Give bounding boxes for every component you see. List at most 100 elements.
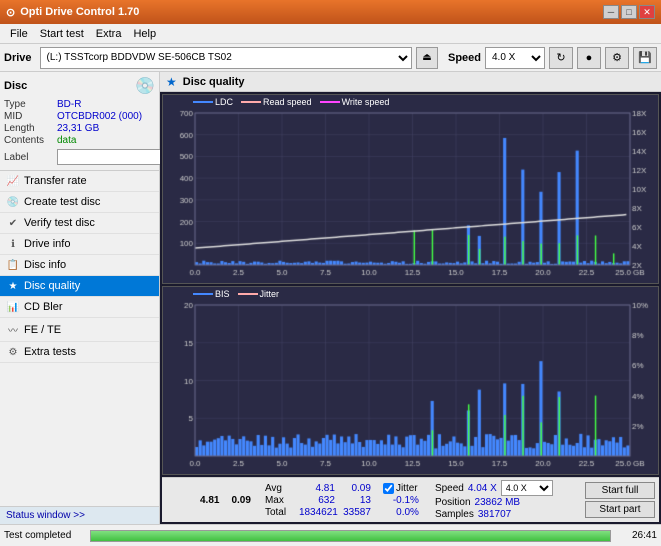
mid-value: OTCBDR002 (000): [57, 111, 142, 122]
max-jitter: 0.0%: [383, 507, 419, 518]
jitter-checkbox[interactable]: [383, 483, 394, 494]
position-val: 23862 MB: [475, 497, 521, 508]
sidebar-item-extra-tests[interactable]: ⚙ Extra tests: [0, 342, 159, 363]
settings-icon[interactable]: ⚙: [605, 47, 629, 69]
length-label: Length: [4, 123, 54, 134]
disc-icon: 💿: [135, 76, 155, 96]
avg-label: Avg: [265, 483, 293, 494]
ldc-header: 4.81: [194, 495, 225, 506]
max-label: Max: [265, 495, 293, 506]
jitter-col: Jitter -0.1% 0.0%: [383, 483, 419, 518]
bottom-chart-wrapper: BIS Jitter: [162, 286, 659, 475]
jitter-col-label: Jitter: [396, 483, 418, 494]
speed-pos-col: Speed 4.04 X 4.0 X Position 23862 MB Sam…: [435, 480, 553, 520]
title-bar-left: ⊙ Opti Drive Control 1.70: [6, 6, 139, 19]
maximize-button[interactable]: □: [621, 5, 637, 19]
bottom-chart-canvas: [163, 287, 658, 474]
sidebar-item-fe-te[interactable]: 〰 FE / TE: [0, 318, 159, 342]
sidebar-item-cd-bler[interactable]: 📊 CD Bler: [0, 297, 159, 318]
refresh-icon[interactable]: ↻: [549, 47, 573, 69]
bis-header: 0.09: [225, 495, 256, 506]
sidebar-item-verify-test-disc[interactable]: ✔ Verify test disc: [0, 213, 159, 234]
disc-label-label: Label: [4, 152, 54, 163]
legend-bis: BIS: [193, 289, 230, 299]
disc-section-title: Disc: [4, 80, 27, 92]
progress-bar-fill: [91, 531, 610, 541]
contents-value: data: [57, 135, 76, 146]
type-value: BD-R: [57, 99, 81, 110]
title-bar: ⊙ Opti Drive Control 1.70 ─ □ ✕: [0, 0, 661, 24]
legend-ldc: LDC: [193, 97, 233, 107]
length-value: 23,31 GB: [57, 123, 99, 134]
legend-read-speed: Read speed: [241, 97, 312, 107]
burn-icon[interactable]: ●: [577, 47, 601, 69]
speed-stat-select[interactable]: 4.0 X: [501, 480, 553, 496]
sidebar-item-disc-info[interactable]: 📋 Disc info: [0, 255, 159, 276]
menu-start-test[interactable]: Start test: [34, 27, 90, 41]
speed-stat-val: 4.04 X: [468, 483, 497, 494]
speed-label: Speed: [448, 52, 481, 64]
speed-select[interactable]: 4.0 X 2.0 X 6.0 X: [485, 47, 545, 69]
start-part-button[interactable]: Start part: [585, 501, 655, 518]
avg-bis: 0.09: [341, 483, 371, 494]
samples-label: Samples: [435, 509, 474, 520]
create-test-disc-icon: 💿: [6, 197, 20, 208]
close-button[interactable]: ✕: [639, 5, 655, 19]
top-chart-legend: LDC Read speed Write speed: [193, 97, 389, 107]
fe-te-icon: 〰: [6, 322, 20, 337]
drive-select[interactable]: (L:) TSSTcorp BDDVDW SE-506CB TS02: [40, 47, 412, 69]
type-label: Type: [4, 99, 54, 110]
disc-quality-icon: ★: [6, 281, 20, 292]
app-icon: ⊙: [6, 6, 15, 19]
drive-label: Drive: [4, 52, 32, 64]
sidebar-item-transfer-rate[interactable]: 📈 Transfer rate: [0, 171, 159, 192]
max-bis: 13: [341, 495, 371, 506]
total-bis: 33587: [341, 507, 371, 518]
disc-panel: Disc 💿 Type BD-R MID OTCBDR002 (000) Len…: [0, 72, 159, 171]
transfer-rate-icon: 📈: [6, 176, 20, 187]
status-window-button[interactable]: Status window >>: [0, 506, 159, 524]
position-label: Position: [435, 497, 471, 508]
sidebar: Disc 💿 Type BD-R MID OTCBDR002 (000) Len…: [0, 72, 160, 524]
max-ldc: 632: [299, 495, 335, 506]
top-chart-canvas: [163, 95, 658, 283]
bottom-chart-legend: BIS Jitter: [193, 289, 279, 299]
stats-row: 4.81 0.09 Avg 4.81 0.09 Max 632 13: [162, 477, 659, 522]
disc-quality-header-icon: ★: [166, 75, 177, 89]
progress-bar: [90, 530, 611, 542]
drive-bar: Drive (L:) TSSTcorp BDDVDW SE-506CB TS02…: [0, 44, 661, 72]
app-title: Opti Drive Control 1.70: [20, 6, 139, 18]
col-labels: Avg 4.81 0.09 Max 632 13 Total 1834621 3…: [265, 483, 371, 518]
avg-ldc: 4.81: [299, 483, 335, 494]
menu-extra[interactable]: Extra: [90, 27, 128, 41]
eject-button[interactable]: ⏏: [416, 47, 438, 69]
disc-quality-title: Disc quality: [183, 76, 245, 88]
menu-file[interactable]: File: [4, 27, 34, 41]
contents-label: Contents: [4, 135, 54, 146]
samples-val: 381707: [478, 509, 511, 520]
minimize-button[interactable]: ─: [603, 5, 619, 19]
disc-info-icon: 📋: [6, 260, 20, 271]
total-label: Total: [265, 507, 293, 518]
cd-bler-icon: 📊: [6, 302, 20, 313]
avg-jitter: -0.1%: [383, 495, 419, 506]
title-bar-controls: ─ □ ✕: [603, 5, 655, 19]
start-full-button[interactable]: Start full: [585, 482, 655, 499]
main-layout: Disc 💿 Type BD-R MID OTCBDR002 (000) Len…: [0, 72, 661, 524]
action-buttons: Start full Start part: [585, 482, 655, 518]
menu-bar: File Start test Extra Help: [0, 24, 661, 44]
sidebar-item-disc-quality[interactable]: ★ Disc quality: [0, 276, 159, 297]
status-time: 26:41: [617, 530, 657, 541]
sidebar-item-drive-info[interactable]: ℹ Drive info: [0, 234, 159, 255]
charts-container: LDC Read speed Write speed: [160, 92, 661, 524]
save-icon[interactable]: 💾: [633, 47, 657, 69]
menu-help[interactable]: Help: [127, 27, 162, 41]
mid-label: MID: [4, 111, 54, 122]
extra-tests-icon: ⚙: [6, 347, 20, 358]
content-area: ★ Disc quality LDC Read speed: [160, 72, 661, 524]
status-text: Test completed: [4, 530, 84, 541]
sidebar-item-create-test-disc[interactable]: 💿 Create test disc: [0, 192, 159, 213]
top-chart-wrapper: LDC Read speed Write speed: [162, 94, 659, 284]
verify-test-disc-icon: ✔: [6, 218, 20, 229]
legend-jitter: Jitter: [238, 289, 280, 299]
